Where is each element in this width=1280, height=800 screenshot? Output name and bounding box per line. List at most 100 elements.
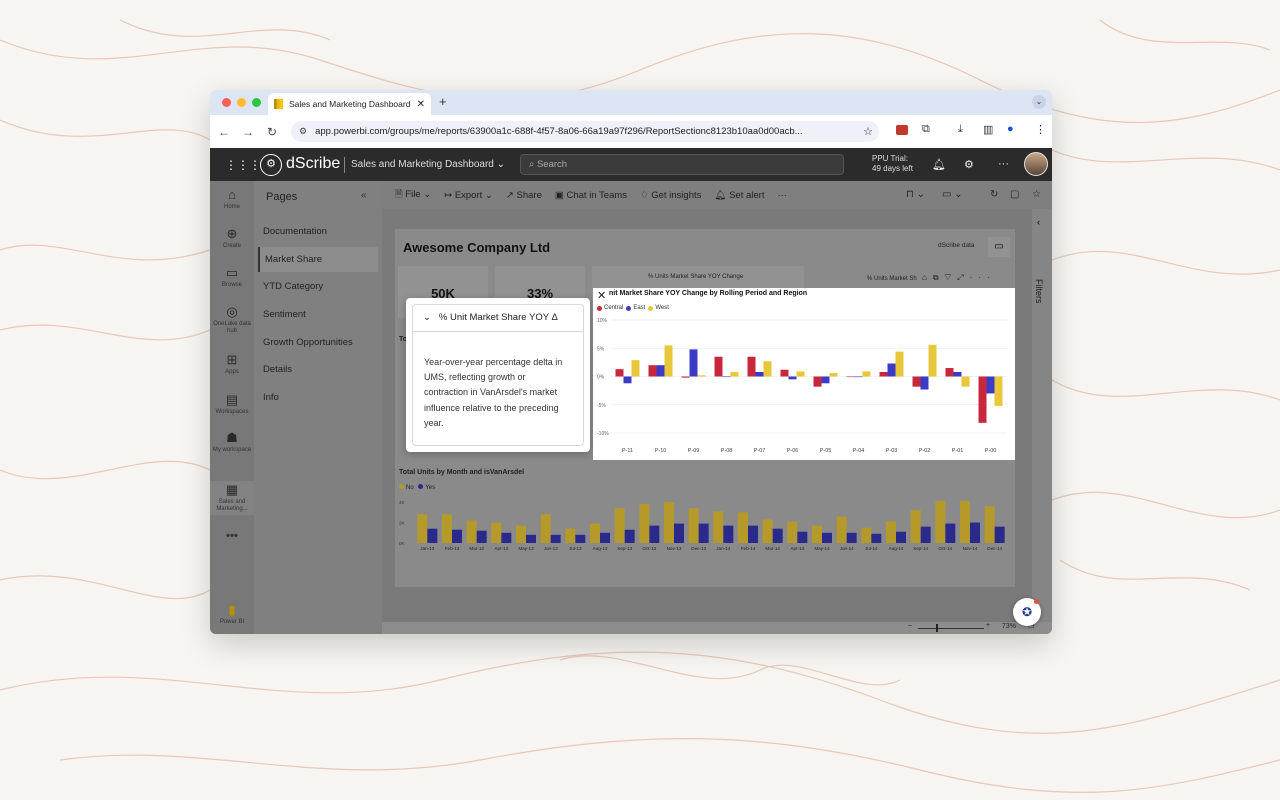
- bar-west[interactable]: [961, 376, 970, 387]
- bar-central[interactable]: [978, 376, 987, 423]
- bar-yes[interactable]: [822, 532, 832, 543]
- bar-no[interactable]: [639, 504, 650, 543]
- back-icon[interactable]: ←: [212, 125, 236, 139]
- rail-powerbi[interactable]: ▮ Power BI: [210, 603, 254, 626]
- bar-east[interactable]: [953, 371, 962, 377]
- bar-yes[interactable]: [575, 534, 586, 543]
- visual-header-icons[interactable]: ⌂⧉▽⤢···: [922, 273, 996, 283]
- bar-no[interactable]: [935, 501, 946, 543]
- bar-no[interactable]: [590, 523, 600, 543]
- bar-no[interactable]: [417, 514, 428, 543]
- expand-filters-icon[interactable]: ‹: [1037, 217, 1040, 227]
- new-tab-icon[interactable]: +: [439, 94, 447, 109]
- bar-east[interactable]: [656, 365, 665, 377]
- bar-central[interactable]: [912, 376, 921, 387]
- app-launcher-icon[interactable]: ⋮⋮⋮: [225, 158, 261, 172]
- set-alert-button[interactable]: 🔔︎ Set alert: [714, 190, 764, 201]
- notifications-bell-icon[interactable]: 🔔︎: [932, 158, 946, 171]
- page-ytd-category[interactable]: YTD Category: [258, 274, 378, 299]
- file-menu[interactable]: 🗎︎ File ⌄: [395, 187, 431, 203]
- zoom-in-icon[interactable]: +: [986, 622, 990, 629]
- bar-no[interactable]: [836, 516, 847, 543]
- page-sentiment[interactable]: Sentiment: [258, 302, 378, 327]
- bar-west[interactable]: [631, 360, 640, 377]
- bar-east[interactable]: [722, 376, 731, 378]
- bar-central[interactable]: [681, 376, 690, 378]
- bar-west[interactable]: [994, 376, 1003, 406]
- bar-yes[interactable]: [476, 530, 487, 543]
- bar-yes[interactable]: [994, 526, 1005, 543]
- bar-no[interactable]: [442, 514, 452, 543]
- bar-no[interactable]: [787, 521, 798, 543]
- settings-gear-icon[interactable]: ⚙: [964, 158, 974, 171]
- browser-tab[interactable]: Sales and Marketing Dashboard ✕: [268, 93, 431, 115]
- bar-west[interactable]: [796, 371, 805, 377]
- refresh-icon[interactable]: ↻: [990, 189, 998, 200]
- bar-yes[interactable]: [871, 533, 882, 543]
- bar-east[interactable]: [623, 376, 632, 384]
- site-info-icon[interactable]: ⚙: [299, 126, 307, 137]
- get-insights-button[interactable]: ♢ Get insights: [640, 190, 701, 201]
- bar-no[interactable]: [664, 502, 674, 543]
- bar-yes[interactable]: [674, 523, 684, 543]
- bar-west[interactable]: [928, 344, 937, 377]
- bar-yes[interactable]: [427, 528, 438, 543]
- bar-central[interactable]: [846, 376, 855, 378]
- bar-yes[interactable]: [624, 529, 635, 543]
- units-by-month-chart[interactable]: 4K 2K 0K Jan-13 Feb-13 Mar-13 Apr-13 May-13 Jun-…: [399, 491, 1011, 587]
- bar-east[interactable]: [986, 376, 995, 394]
- close-tab-icon[interactable]: ✕: [417, 99, 425, 110]
- page-info[interactable]: Info: [258, 385, 378, 410]
- bar-central[interactable]: [747, 356, 756, 377]
- bar-no[interactable]: [565, 528, 576, 543]
- bar-west[interactable]: [763, 361, 772, 377]
- export-menu[interactable]: ↦ Export ⌄: [444, 190, 493, 201]
- bar-no[interactable]: [738, 512, 748, 543]
- bar-central[interactable]: [879, 371, 888, 377]
- page-details[interactable]: Details: [258, 357, 378, 382]
- bar-yes[interactable]: [452, 529, 462, 543]
- zoom-slider-thumb[interactable]: [936, 624, 938, 632]
- bar-no[interactable]: [984, 506, 995, 543]
- view-icon[interactable]: ▭ ⌄: [942, 189, 963, 200]
- bar-east[interactable]: [689, 349, 698, 377]
- bar-east[interactable]: [755, 371, 764, 377]
- toolbar-more-icon[interactable]: ···: [777, 190, 787, 201]
- extension-icon[interactable]: [896, 125, 908, 135]
- bar-west[interactable]: [664, 345, 673, 377]
- share-button[interactable]: ↗ Share: [506, 190, 542, 201]
- filters-pane[interactable]: ‹ Filters: [1032, 209, 1052, 634]
- page-market-share[interactable]: Market Share: [258, 247, 378, 272]
- page-growth-opportunities[interactable]: Growth Opportunities: [258, 330, 378, 355]
- bar-yes[interactable]: [723, 525, 734, 543]
- bar-yes[interactable]: [772, 528, 783, 543]
- rail-onelake[interactable]: ◎ OneLake data hub: [210, 305, 254, 335]
- bar-no[interactable]: [762, 519, 773, 543]
- address-bar[interactable]: ⚙ app.powerbi.com/groups/me/reports/6390…: [291, 121, 879, 142]
- chat-in-teams-button[interactable]: ▣ Chat in Teams: [555, 190, 627, 201]
- bar-central[interactable]: [945, 368, 954, 377]
- maximize-window-button[interactable]: [252, 98, 261, 107]
- bar-east[interactable]: [854, 376, 863, 378]
- bar-central[interactable]: [615, 369, 624, 377]
- yoy-change-chart[interactable]: 10% 5% 0% -5% -10% P-11 P-10 P-09 P-08 P-07 P-06 P-…: [593, 314, 1015, 460]
- close-window-button[interactable]: [222, 98, 231, 107]
- chat-bubble-icon[interactable]: ▭: [988, 237, 1010, 257]
- bar-no[interactable]: [688, 508, 699, 543]
- bar-east[interactable]: [887, 363, 896, 377]
- browser-menu-icon[interactable]: ⋮: [1035, 123, 1046, 136]
- sidepanel-icon[interactable]: ▥: [983, 123, 993, 136]
- bar-yes[interactable]: [501, 532, 512, 543]
- copilot-button[interactable]: ✪: [1013, 598, 1041, 626]
- bar-no[interactable]: [861, 527, 872, 543]
- bar-no[interactable]: [960, 501, 970, 543]
- rail-create[interactable]: ⊕ Create: [210, 227, 254, 250]
- bar-yes[interactable]: [550, 534, 561, 543]
- collapse-pages-icon[interactable]: «: [361, 190, 367, 201]
- bar-east[interactable]: [821, 376, 830, 384]
- bar-yes[interactable]: [970, 522, 980, 543]
- bar-central[interactable]: [714, 356, 723, 377]
- bar-no[interactable]: [614, 508, 625, 543]
- bar-no[interactable]: [812, 525, 822, 543]
- user-avatar[interactable]: [1024, 152, 1048, 176]
